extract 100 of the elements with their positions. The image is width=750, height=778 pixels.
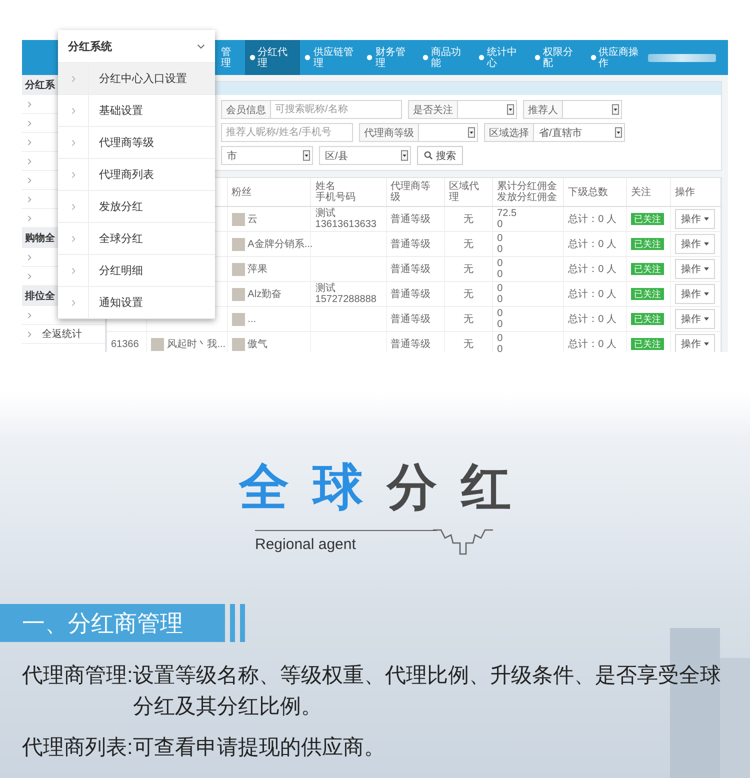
referrer-name: 风起时丶我... (167, 338, 226, 351)
chevron-right-icon (70, 266, 76, 274)
chevron-right-icon (27, 330, 32, 338)
text-field[interactable]: 可搜索昵称/名称 (270, 100, 402, 119)
menu-item[interactable]: 代理商等级 (58, 127, 215, 159)
dropdown-field[interactable] (418, 123, 478, 142)
section-heading: 一、分红商管理 (0, 604, 225, 642)
chevron-right-icon (27, 254, 32, 260)
commission-value: 0 (497, 319, 504, 330)
avatar-placeholder (232, 312, 245, 326)
blurred-user-label (648, 54, 716, 62)
chevron-right-icon (70, 74, 76, 82)
sidebar-heading: 排位全 (25, 290, 55, 303)
avatar-placeholder (151, 338, 164, 350)
phone-number: 13613613633 (315, 219, 378, 230)
action-dropdown-button[interactable]: 操作 (674, 234, 715, 254)
bullet-icon (366, 54, 374, 61)
table-cell: 普通等级 (390, 289, 431, 300)
commission-value: 0 (497, 333, 504, 344)
chevron-right-icon (27, 158, 32, 164)
chevron-right-icon (27, 214, 32, 222)
chevron-right-icon (27, 120, 32, 126)
chevron-right-icon (70, 234, 76, 242)
sidebar-heading: 购物全 (25, 232, 55, 245)
avatar-placeholder (232, 212, 245, 226)
table-cell: 无 (464, 214, 474, 225)
dropdown-field[interactable] (457, 100, 517, 119)
caret-down-icon (704, 267, 709, 271)
avatar-placeholder (232, 262, 245, 276)
caret-down-icon (704, 242, 709, 246)
banner-subtitle: Regional agent (255, 536, 356, 553)
caret-down-icon (704, 217, 709, 221)
menu-item[interactable]: 全球分红 (58, 223, 215, 255)
avatar-placeholder (232, 238, 245, 250)
followed-badge: 已关注 (630, 262, 664, 274)
table-cell: 总计：0 人 (568, 339, 617, 350)
followed-badge: 已关注 (630, 312, 664, 324)
menu-item[interactable]: 通知设置 (58, 287, 215, 319)
table-cell: 无 (464, 339, 474, 350)
action-dropdown-button[interactable]: 操作 (674, 334, 715, 352)
bullet-icon (590, 54, 597, 61)
bullet-icon (304, 54, 312, 61)
dropdown-field[interactable]: 省/直辖市 (533, 123, 625, 142)
filter-label: 推荐人 (523, 100, 562, 119)
column-header: 下级总数 (568, 186, 610, 198)
action-dropdown-button[interactable]: 操作 (674, 284, 715, 304)
table-cell: 无 (464, 239, 474, 250)
fan-name: ... (248, 314, 256, 324)
table-cell: 普通等级 (390, 339, 431, 350)
followed-badge: 已关注 (630, 212, 664, 224)
chevron-right-icon (27, 138, 32, 146)
filter-label: 代理商等级 (359, 123, 418, 142)
menu-item[interactable]: 发放分红 (58, 191, 215, 223)
bullet-icon (248, 54, 256, 61)
menu-item[interactable]: 代理商列表 (58, 159, 215, 191)
dropdown-field[interactable] (562, 100, 622, 119)
nav-tab[interactable]: 分红代理 (244, 40, 300, 75)
commission-value: 0 (497, 219, 504, 230)
dropdown-field[interactable]: 市 (221, 146, 313, 165)
chevron-right-icon (27, 196, 32, 202)
bullet-icon (422, 54, 430, 61)
agent-name: 测试 (315, 283, 336, 294)
commission-value: 0 (497, 258, 504, 269)
column-header: 手机号码 (315, 192, 356, 203)
filter-label: 是否关注 (408, 100, 457, 119)
table-cell: 无 (464, 314, 474, 325)
sidebar-heading: 分红系 (25, 78, 55, 92)
menu-item[interactable]: 分红明细 (58, 255, 215, 287)
chevron-right-icon (70, 298, 76, 306)
commission-value: 0 (497, 283, 504, 294)
table-cell: 无 (464, 264, 474, 275)
filter-label: 会员信息 (221, 100, 270, 119)
bullet-icon (534, 54, 541, 61)
action-dropdown-button[interactable]: 操作 (674, 259, 715, 279)
dropdown-field[interactable]: 区/县 (319, 146, 411, 165)
fan-name: Alz勤奋 (248, 288, 282, 301)
text-field[interactable]: 推荐人昵称/姓名/手机号 (221, 123, 353, 142)
table-cell: 普通等级 (390, 264, 431, 275)
fan-name: A金牌分销系... (248, 238, 313, 251)
caret-down-icon (615, 127, 622, 138)
followed-badge: 已关注 (630, 288, 664, 300)
table-cell: 61366 (111, 338, 139, 350)
fan-name: 云 (248, 213, 258, 226)
sidebar-item[interactable]: 全返统计 (22, 325, 105, 344)
feature-label: 代理商管理: (22, 663, 133, 689)
search-button[interactable]: 搜索 (417, 146, 463, 165)
commission-value: 72.5 (497, 208, 518, 219)
action-dropdown-button[interactable]: 操作 (674, 309, 715, 329)
column-header: 代理商等级 (390, 181, 432, 203)
column-header: 操作 (674, 186, 696, 198)
menu-item[interactable]: 分红中心入口设置 (58, 63, 215, 95)
column-header: 粉丝 (232, 186, 253, 198)
table-cell: 普通等级 (390, 239, 431, 250)
banner-title: 分红 (387, 459, 535, 515)
chevron-right-icon (27, 176, 32, 184)
caret-down-icon (704, 292, 709, 296)
action-dropdown-button[interactable]: 操作 (674, 209, 715, 229)
menu-item[interactable]: 基础设置 (58, 95, 215, 127)
table-cell: 普通等级 (390, 314, 431, 325)
commission-value: 0 (497, 233, 504, 244)
